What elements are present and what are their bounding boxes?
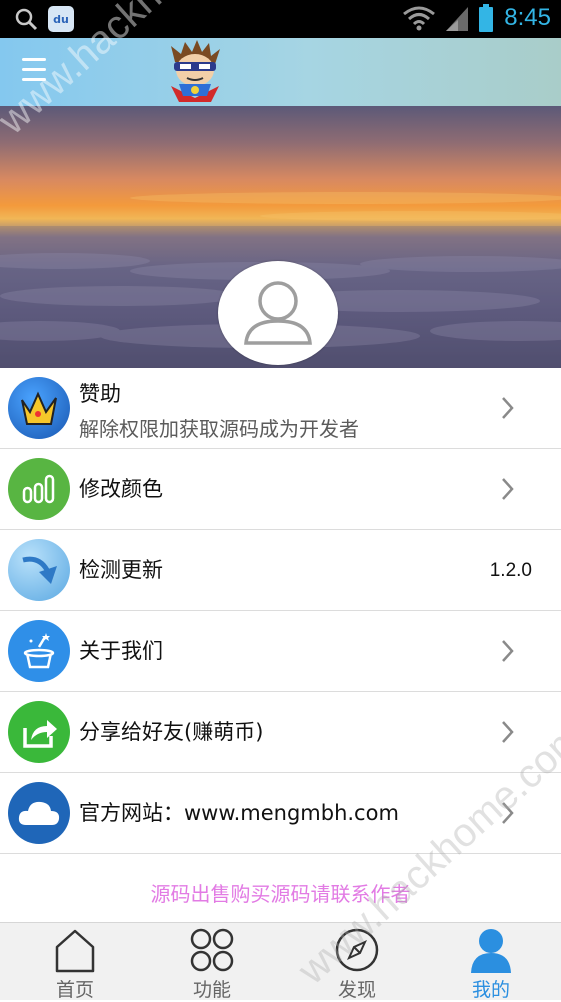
chevron-right-icon xyxy=(502,478,514,500)
share-icon xyxy=(8,701,70,763)
tab-mine[interactable]: 我的 xyxy=(431,923,551,1001)
version-number: 1.2.0 xyxy=(489,560,532,581)
battery-icon xyxy=(479,4,494,32)
bars-icon xyxy=(8,458,70,520)
clock: 8:45 xyxy=(504,4,551,31)
menu-item-title: 官方网站：www.mengmbh.com xyxy=(79,801,399,825)
menu-item-title: 分享给好友(赚萌币) xyxy=(79,720,264,744)
crown-icon xyxy=(8,377,70,439)
menu-item-subtitle: 解除权限加获取源码成为开发者 xyxy=(79,417,359,441)
chevron-right-icon xyxy=(502,640,514,662)
menu-item-sponsor[interactable]: 赞助 解除权限加获取源码成为开发者 xyxy=(0,368,561,449)
menu-item-title: 关于我们 xyxy=(79,639,163,663)
chevron-right-icon xyxy=(502,721,514,743)
grid-icon xyxy=(190,928,234,972)
mascot-logo-icon xyxy=(171,40,220,102)
home-icon xyxy=(55,929,95,973)
tab-features[interactable]: 功能 xyxy=(152,923,272,1001)
bottom-navigation: 首页 功能 发现 我的 xyxy=(0,922,561,1001)
profile-banner xyxy=(0,106,561,368)
tab-label: 首页 xyxy=(55,979,94,1001)
menu-item-check-update[interactable]: 检测更新 1.2.0 xyxy=(0,530,561,611)
tab-label: 发现 xyxy=(337,979,376,1001)
compass-icon xyxy=(335,928,379,972)
source-code-notice: 源码出售购买源码请联系作者 xyxy=(150,882,411,906)
menu-item-title: 检测更新 xyxy=(79,558,163,582)
menu-item-title: 赞助 xyxy=(79,382,121,406)
menu-item-title: 修改颜色 xyxy=(79,477,163,501)
menu-item-share[interactable]: 分享给好友(赚萌币) xyxy=(0,692,561,773)
tab-home[interactable]: 首页 xyxy=(15,923,135,1001)
wifi-icon xyxy=(403,6,436,31)
chevron-right-icon xyxy=(502,397,514,419)
tab-discover[interactable]: 发现 xyxy=(297,923,417,1001)
menu-item-about-us[interactable]: 关于我们 xyxy=(0,611,561,692)
menu-item-official-site[interactable]: 官方网站：www.mengmbh.com xyxy=(0,773,561,854)
tab-label: 功能 xyxy=(192,979,231,1001)
status-bar: du 8:45 xyxy=(0,0,561,38)
search-icon xyxy=(15,8,38,31)
chevron-right-icon xyxy=(502,802,514,824)
profile-avatar[interactable] xyxy=(218,261,338,365)
settings-menu: 赞助 解除权限加获取源码成为开发者 修改颜色 检测更新 1.2.0 关于我们 分… xyxy=(0,368,561,854)
person-icon xyxy=(471,929,511,973)
magic-hat-icon xyxy=(8,620,70,682)
update-arrow-icon xyxy=(8,539,70,601)
signal-icon xyxy=(446,7,469,31)
app-header xyxy=(0,38,561,106)
baidu-app-icon: du xyxy=(48,6,74,32)
hamburger-icon[interactable] xyxy=(22,58,46,86)
cloud-icon xyxy=(8,782,70,844)
menu-item-change-color[interactable]: 修改颜色 xyxy=(0,449,561,530)
tab-label: 我的 xyxy=(471,979,510,1001)
user-silhouette-icon xyxy=(244,281,312,345)
